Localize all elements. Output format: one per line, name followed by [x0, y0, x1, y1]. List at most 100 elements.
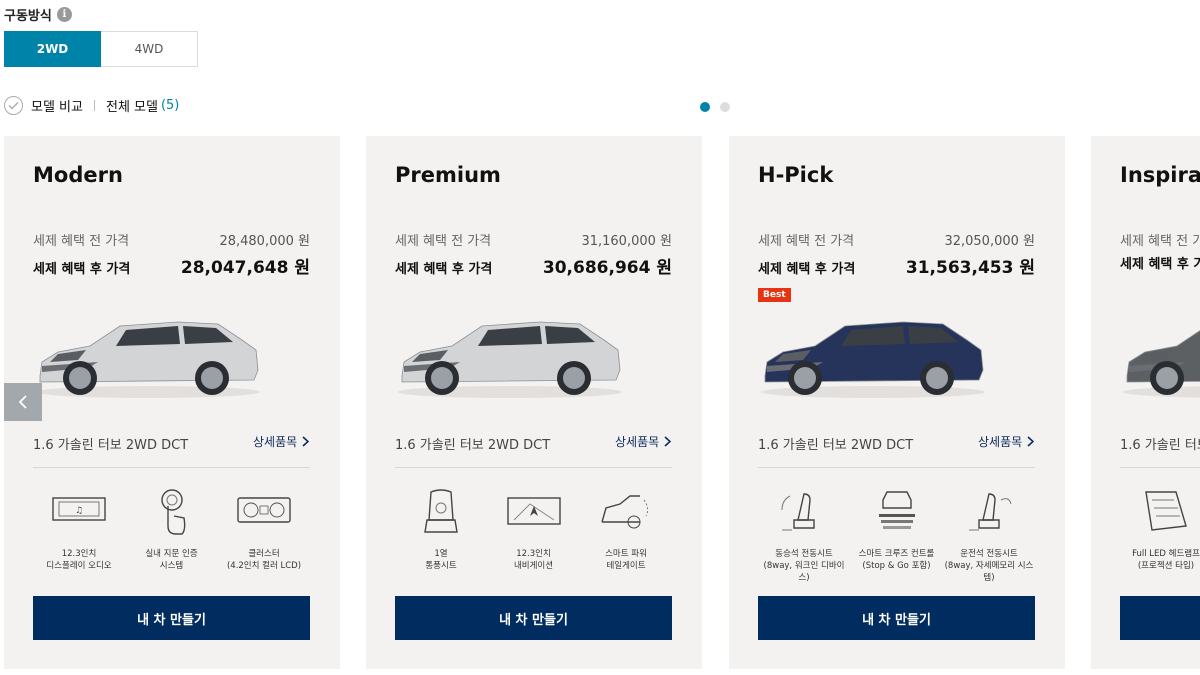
- pre-tax-label: 세제 혜택 전 가격: [1120, 234, 1200, 249]
- pre-tax-price: 31,160,000 원: [581, 234, 672, 249]
- post-tax-label: 세제 혜택 후 가격: [758, 262, 856, 277]
- carousel-pagination: [700, 102, 730, 112]
- model-count: (5): [160, 98, 180, 113]
- feature-list: 동승석 전동시트 (8way, 워크인 디바이스) 스마트 크루즈 컨트롤 (S…: [758, 486, 1035, 584]
- post-tax-price-row: 세제 혜택 후 가격: [1120, 253, 1200, 272]
- post-tax-price-row: 세제 혜택 후 가격 31,563,453 원: [758, 253, 1035, 278]
- car-image: [398, 321, 622, 398]
- feature-label: 스마트 파워 테일게이트: [605, 549, 647, 571]
- detail-label[interactable]: 상세품목: [615, 433, 659, 450]
- feature-label: 1열 통풍시트: [425, 549, 457, 571]
- pre-tax-price-row: 세제 혜택 전 가격: [1120, 230, 1200, 249]
- display-audio-icon: ♫: [52, 497, 106, 521]
- best-badge: Best: [758, 288, 791, 302]
- chevron-left-icon: [18, 395, 27, 409]
- pagination-dot-1[interactable]: [700, 102, 710, 112]
- compare-check-icon[interactable]: [4, 96, 23, 115]
- engine-spec: 1.6 가솔린 터보 2WD DCT: [33, 438, 189, 453]
- trim-card-premium: Premium 세제 혜택 전 가격 31,160,000 원 세제 혜택 후 …: [366, 136, 702, 669]
- build-my-car-button[interactable]: 내 차 만들기: [33, 596, 310, 640]
- smart-cruise-icon: [878, 491, 915, 529]
- post-tax-price: 30,686,964 원: [542, 258, 672, 278]
- feature-item: 실내 지문 인증 시스템: [126, 486, 218, 572]
- trim-name: Inspiration: [1120, 163, 1200, 187]
- detail-link[interactable]: 상세품목: [615, 433, 672, 450]
- compare-label[interactable]: 모델 비교: [31, 96, 83, 115]
- drive-type-heading: 구동방식 i: [4, 5, 72, 24]
- engine-spec: 1.6 가솔린 터보 2WD DCT: [395, 438, 551, 453]
- all-models-label: 전체 모델: [105, 100, 158, 115]
- detail-label[interactable]: 상세품목: [253, 433, 297, 450]
- trim-selector-page: 구동방식 i 2WD 4WD 모델 비교 전체 모델 (5) Modern 세제…: [0, 0, 1200, 675]
- engine-spec: 1.6 가솔린 터보 2WD DCT: [758, 438, 914, 453]
- post-tax-label: 세제 혜택 후 가격: [33, 262, 131, 277]
- drive-2wd-button[interactable]: 2WD: [4, 31, 101, 67]
- trim-card-h-pick: H-Pick 세제 혜택 전 가격 32,050,000 원 세제 혜택 후 가…: [729, 136, 1065, 669]
- navigation-icon: [506, 497, 561, 525]
- post-tax-label: 세제 혜택 후 가격: [395, 262, 493, 277]
- pre-tax-label: 세제 혜택 전 가격: [758, 234, 855, 249]
- detail-label[interactable]: 상세품목: [978, 433, 1022, 450]
- feature-list: Full LED 헤드램프 (프로젝션 타입): [1120, 486, 1200, 572]
- post-tax-price: 28,047,648 원: [180, 258, 310, 278]
- drive-4wd-button[interactable]: 4WD: [101, 31, 198, 67]
- smart-tailgate-icon: [601, 495, 649, 529]
- carousel-prev-button[interactable]: [4, 383, 42, 421]
- feature-list: 1열 통풍시트 12.3인치 내비게이션 스마트 파워 테일게이트: [395, 486, 672, 572]
- feature-label: 스마트 크루즈 컨트롤 (Stop & Go 포함): [858, 549, 935, 571]
- chevron-right-icon: [664, 436, 672, 447]
- feature-item: Full LED 헤드램프 (프로젝션 타입): [1120, 486, 1200, 572]
- pre-tax-price-row: 세제 혜택 전 가격 28,480,000 원: [33, 230, 310, 249]
- feature-item: 스마트 크루즈 컨트롤 (Stop & Go 포함): [851, 486, 943, 584]
- drive-type-toggle: 2WD 4WD: [4, 31, 198, 67]
- compare-row: 모델 비교 전체 모델 (5): [4, 96, 179, 115]
- post-tax-label: 세제 혜택 후 가격: [1120, 257, 1200, 272]
- card-divider: [395, 467, 672, 468]
- drive-type-label: 구동방식: [4, 9, 52, 24]
- led-headlamp-icon: [1145, 491, 1187, 531]
- feature-item: 1열 통풍시트: [395, 486, 487, 572]
- pre-tax-label: 세제 혜택 전 가격: [395, 234, 492, 249]
- chevron-right-icon: [302, 436, 310, 447]
- trim-card-inspiration: Inspiration 세제 혜택 전 가격 세제 혜택 후 가격 1.6 가솔…: [1091, 136, 1200, 669]
- post-tax-price: 31,563,453 원: [905, 258, 1035, 278]
- trim-name: Modern: [33, 163, 123, 187]
- feature-list: ♫ 12.3인치 디스플레이 오디오 실내 지문 인증 시스템 클러스터 (4.…: [33, 486, 310, 572]
- driver-seat-icon: [969, 493, 1012, 531]
- info-icon[interactable]: i: [56, 7, 72, 22]
- power-seat-icon: [781, 493, 815, 531]
- build-my-car-button[interactable]: 내 차 만들기: [1120, 596, 1200, 640]
- card-divider: [33, 467, 310, 468]
- feature-label: 동승석 전동시트 (8way, 워크인 디바이스): [763, 549, 845, 583]
- trim-card-modern: Modern 세제 혜택 전 가격 28,480,000 원 세제 혜택 후 가…: [4, 136, 340, 669]
- pre-tax-label: 세제 혜택 전 가격: [33, 234, 130, 249]
- feature-item: 동승석 전동시트 (8way, 워크인 디바이스): [758, 486, 850, 584]
- pre-tax-price-row: 세제 혜택 전 가격 32,050,000 원: [758, 230, 1035, 249]
- divider: [93, 100, 95, 111]
- pagination-dot-2[interactable]: [720, 102, 730, 112]
- chevron-right-icon: [1027, 436, 1035, 447]
- feature-item: 스마트 파워 테일게이트: [580, 486, 672, 572]
- feature-label: 실내 지문 인증 시스템: [145, 549, 198, 571]
- detail-link[interactable]: 상세품목: [253, 433, 310, 450]
- feature-item: 클러스터 (4.2인치 컬러 LCD): [218, 486, 310, 572]
- ventilated-seat-icon: [424, 489, 458, 533]
- feature-label: Full LED 헤드램프 (프로젝션 타입): [1132, 549, 1200, 571]
- cluster-icon: [237, 497, 291, 523]
- feature-label: 12.3인치 디스플레이 오디오: [46, 549, 112, 571]
- pre-tax-price: 32,050,000 원: [944, 234, 1035, 249]
- pre-tax-price-row: 세제 혜택 전 가격 31,160,000 원: [395, 230, 672, 249]
- fingerprint-icon: [160, 489, 185, 535]
- engine-spec: 1.6 가솔린 터보 2WD DCT: [1120, 438, 1200, 453]
- card-divider: [758, 467, 1035, 468]
- card-divider: [1120, 467, 1200, 468]
- feature-item: ♫ 12.3인치 디스플레이 오디오: [33, 486, 125, 572]
- feature-label: 운전석 전동시트 (8way, 자세메모리 시스템): [944, 549, 1034, 583]
- feature-label: 12.3인치 내비게이션: [513, 549, 554, 571]
- detail-link[interactable]: 상세품목: [978, 433, 1035, 450]
- build-my-car-button[interactable]: 내 차 만들기: [395, 596, 672, 640]
- build-my-car-button[interactable]: 내 차 만들기: [758, 596, 1035, 640]
- pre-tax-price: 28,480,000 원: [219, 234, 310, 249]
- trim-name: Premium: [395, 163, 501, 187]
- post-tax-price-row: 세제 혜택 후 가격 28,047,648 원: [33, 253, 310, 278]
